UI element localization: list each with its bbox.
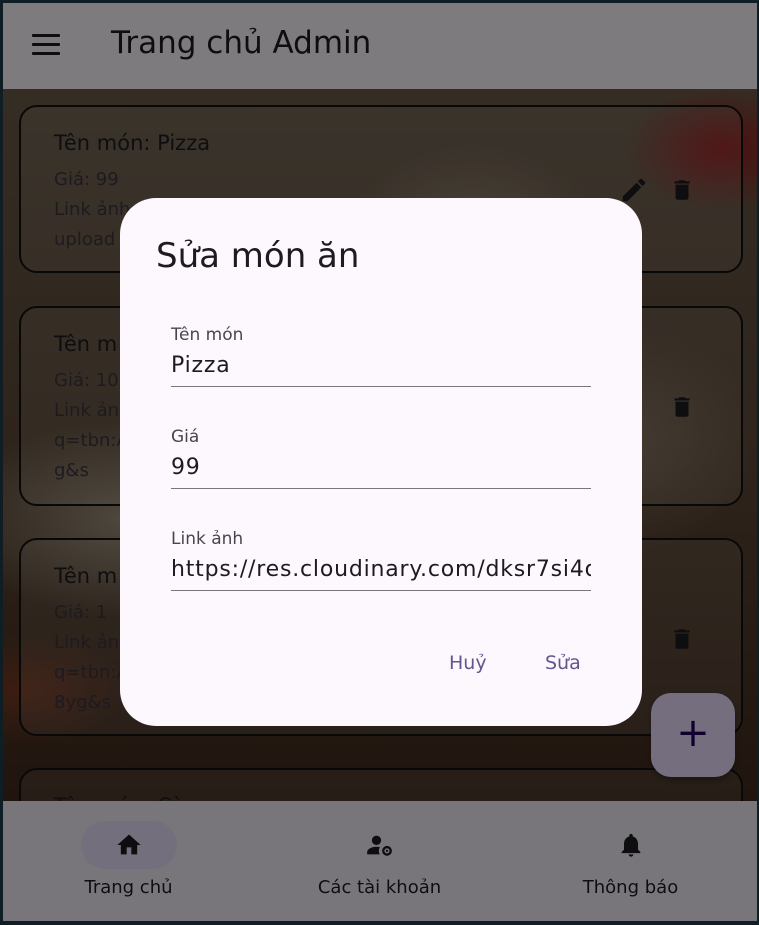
image-link-label: Link ảnh	[171, 529, 244, 549]
cancel-button[interactable]: Huỷ	[449, 652, 487, 674]
image-link-field: Link ảnh	[171, 529, 591, 591]
food-name-input[interactable]	[171, 353, 591, 387]
confirm-edit-button[interactable]: Sửa	[545, 652, 581, 674]
edit-food-dialog: Sửa món ăn Tên món Giá Link ảnh Huỷ Sửa	[120, 198, 642, 726]
price-input[interactable]	[171, 455, 591, 489]
price-label: Giá	[171, 427, 200, 447]
food-name-field: Tên món	[171, 325, 591, 387]
price-field: Giá	[171, 427, 591, 489]
image-link-input[interactable]	[171, 557, 591, 591]
food-name-label: Tên món	[171, 325, 244, 345]
dialog-title: Sửa món ăn	[156, 236, 360, 276]
